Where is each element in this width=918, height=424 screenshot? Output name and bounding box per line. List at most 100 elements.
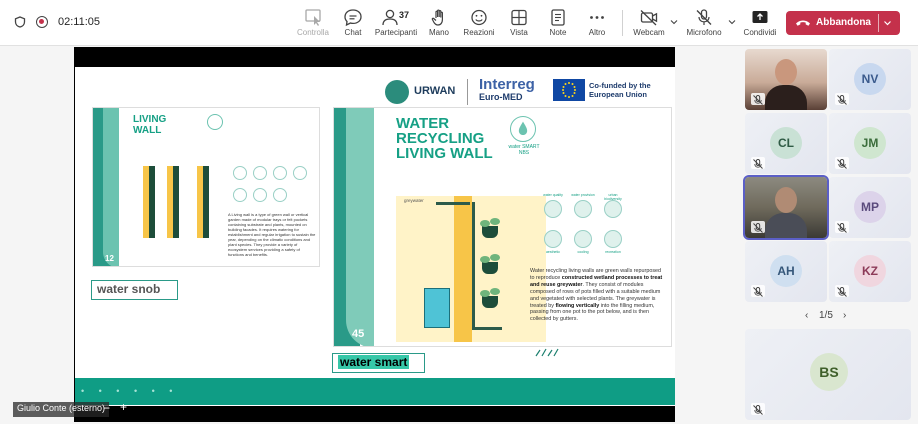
chat-icon (344, 9, 362, 27)
participant-silhouette (765, 85, 807, 110)
participant-tile[interactable]: NV (829, 49, 911, 110)
plant-pot (482, 226, 498, 238)
living-wall-description: A Living wall is a type of green wall or… (228, 212, 316, 257)
interreg-logo: Interreg Euro-MED (479, 77, 535, 102)
participant-tile[interactable] (745, 49, 827, 110)
leave-label: Abbandona (816, 17, 871, 28)
urwan-logo (385, 80, 409, 104)
living-wall-thumbnail: LIVING WALL A Living wall is a type of g… (92, 107, 320, 267)
ecosystem-icon (273, 188, 287, 202)
plant-leaf (480, 220, 490, 227)
participant-silhouette (765, 213, 807, 238)
avatar: MP (854, 191, 886, 223)
minus-icon[interactable]: − (103, 402, 110, 414)
participants-count: 37 (399, 10, 410, 20)
chevron-down-icon[interactable] (670, 18, 678, 26)
water-drop-icon (510, 116, 536, 142)
participant-tile[interactable]: AH (745, 241, 827, 302)
mic-off-icon (835, 221, 849, 233)
ecosystem-icon (273, 166, 287, 180)
more-icon (590, 16, 604, 19)
participant-tile[interactable]: BS (745, 329, 911, 420)
share-button[interactable]: Condividi (734, 8, 786, 40)
camera-button[interactable]: Webcam (623, 8, 675, 40)
icon-label: cooling (577, 250, 589, 254)
more-button[interactable]: Altro (571, 8, 623, 40)
mic-off-icon (751, 403, 765, 415)
mic-off-icon (835, 93, 849, 105)
chevron-down-icon[interactable] (883, 19, 892, 27)
avatar: AH (770, 255, 802, 287)
smiley-icon (471, 9, 487, 26)
participant-tile[interactable]: KZ (829, 241, 911, 302)
presentation-controls: • • • • • • (75, 378, 675, 405)
header-divider (467, 79, 468, 105)
ecosystem-icon (293, 166, 307, 180)
chevron-right-icon[interactable]: › (843, 310, 846, 321)
annotation-stroke (535, 348, 559, 357)
plant-leaf (490, 218, 500, 225)
icon-label: urban biodiversity (604, 193, 622, 201)
mic-off-icon (835, 157, 849, 169)
greywater-diagram: greywater (396, 196, 546, 342)
meeting-toolbar: 02:11:05 Controlla Chat 37 Partecipanti … (0, 0, 918, 46)
plant-column (149, 166, 155, 238)
plant-leaf (490, 288, 500, 295)
participant-tile[interactable] (743, 175, 829, 240)
ecosystem-icon (253, 166, 267, 180)
water-tank (424, 288, 450, 328)
desc-bold: flowing vertically (555, 302, 600, 309)
ecosystem-icon (233, 188, 247, 202)
slide-number: 45 (352, 328, 365, 340)
plant-column (203, 166, 209, 238)
participant-tile[interactable]: MP (829, 177, 911, 238)
teams-meeting-window: 02:11:05 Controlla Chat 37 Partecipanti … (0, 0, 918, 424)
avatar: NV (854, 63, 886, 95)
label-box-water-smart[interactable]: water smart (332, 353, 425, 373)
plant-column (173, 166, 179, 238)
cofunded-text: Co-funded by the European Union (589, 81, 651, 99)
presenter-name-tag: Giulio Conte (esterno) (13, 402, 110, 417)
microphone-button[interactable]: Microfono (678, 8, 730, 40)
icon-label: aesthetic (545, 250, 560, 254)
avatar: JM (854, 127, 886, 159)
ecosystem-icon (233, 166, 247, 180)
avatar: KZ (854, 255, 886, 287)
aesthetic-icon (544, 230, 562, 248)
water-quality-icon (544, 200, 562, 218)
selected-text-highlight: water smart (338, 355, 410, 369)
slide-band-accent (103, 108, 119, 266)
avatar: BS (810, 353, 848, 391)
phone-hangup-icon (796, 20, 810, 26)
camera-label: Webcam (633, 28, 665, 37)
meeting-timer: 02:11:05 (58, 16, 101, 28)
chevron-left-icon[interactable]: ‹ (805, 310, 808, 321)
plant-leaf (480, 256, 490, 263)
shield-icon[interactable] (14, 16, 26, 28)
outlet-pipe (472, 327, 502, 330)
microphone-label: Microfono (686, 28, 722, 37)
people-icon (382, 9, 398, 26)
leave-divider (878, 14, 879, 32)
icon-label: recreation (605, 250, 621, 254)
participant-silhouette (775, 59, 797, 85)
water-drop-icon (207, 114, 223, 130)
presentation-tools[interactable]: • • • • • • (81, 386, 178, 396)
plus-icon[interactable]: + (120, 401, 127, 413)
participant-silhouette (775, 187, 797, 213)
page-indicator: 1/5 (819, 310, 833, 321)
water-smart-nbs-label: water SMART NBS (508, 144, 540, 156)
water-provision-icon (574, 200, 592, 218)
biodiversity-icon (604, 200, 622, 218)
icon-label: water provision (571, 193, 595, 197)
participant-tile[interactable]: CL (745, 113, 827, 174)
recording-icon (36, 16, 48, 28)
participant-tile[interactable]: JM (829, 113, 911, 174)
mic-off-icon (751, 285, 765, 297)
leave-button[interactable]: Abbandona (786, 11, 900, 35)
plant-leaf (480, 290, 490, 297)
water-recycling-title: WATER RECYCLING LIVING WALL (396, 115, 493, 162)
plant-leaf (490, 254, 500, 261)
icon-label: water quality (543, 193, 563, 197)
label-box-water-snob[interactable]: water snob (91, 280, 178, 300)
